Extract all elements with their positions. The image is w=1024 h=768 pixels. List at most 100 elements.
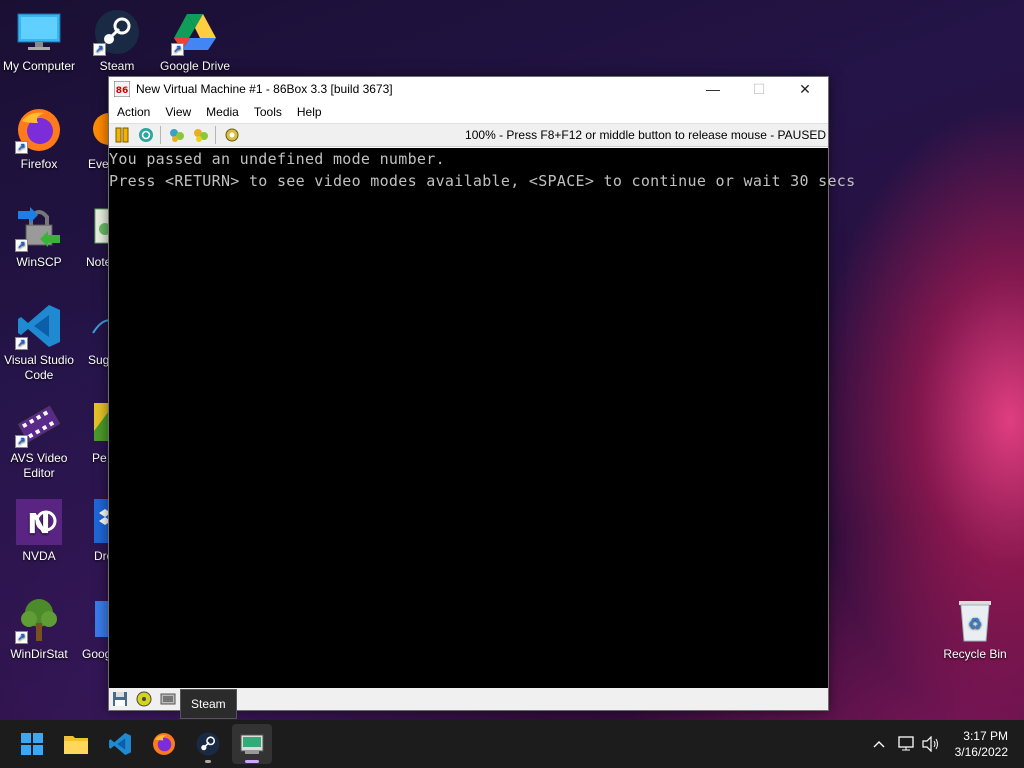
steam-icon: ↗: [93, 8, 141, 56]
desktop-icon-label: Goog: [82, 647, 112, 661]
desktop-icon-avs-video-editor[interactable]: ↗ AVS Video Editor: [0, 400, 78, 481]
desktop-icon-my-computer[interactable]: My Computer: [0, 8, 78, 74]
reset-button[interactable]: [135, 125, 157, 145]
desktop-icon-steam[interactable]: ↗ Steam: [78, 8, 156, 74]
keys-icon: [194, 129, 208, 142]
svg-text:86: 86: [116, 86, 129, 96]
desktop-icon-label: Recycle Bin: [943, 647, 1007, 661]
desktop-icon-label: My Computer: [2, 59, 76, 73]
menu-bar: Action View Media Tools Help: [109, 101, 828, 123]
pause-button[interactable]: [111, 125, 133, 145]
desktop-icon-note[interactable]: Note: [78, 204, 120, 270]
menu-help[interactable]: Help: [289, 105, 329, 119]
taskbar: 3:17 PM 3/16/2022: [0, 720, 1024, 768]
start-button[interactable]: [12, 724, 52, 764]
desktop-icon-goog[interactable]: Goog: [78, 596, 117, 662]
vm-screen[interactable]: You passed an undefined mode number. Pre…: [109, 148, 856, 689]
steam-tooltip: Steam: [180, 689, 237, 719]
running-indicator: [205, 760, 211, 763]
desktop-icon-pe[interactable]: Pe: [78, 400, 114, 466]
firefox-icon: ↗: [15, 106, 63, 154]
status-text: 100% - Press F8+F12 or middle button to …: [465, 128, 826, 142]
desktop-icon-label: Google Drive: [159, 59, 231, 73]
monitor-icon: [15, 8, 63, 56]
taskbar-firefox[interactable]: [144, 724, 184, 764]
tree-icon: ↗: [15, 596, 63, 644]
desktop-icon-label: Note: [86, 255, 112, 269]
menu-tools[interactable]: Tools: [246, 105, 289, 119]
floppy-icon[interactable]: [111, 690, 129, 708]
steam-icon: [196, 732, 220, 756]
shortcut-arrow-icon: ↗: [93, 43, 106, 56]
google-drive-icon: ↗: [171, 8, 219, 56]
desktop-icon-recycle-bin[interactable]: ♻ Recycle Bin: [936, 596, 1014, 662]
ctrl-alt-del-button[interactable]: [166, 125, 188, 145]
toolbar-separator: [215, 126, 216, 144]
gear-icon: [225, 128, 239, 142]
shortcut-arrow-icon: ↗: [15, 631, 28, 644]
film-icon: ↗: [15, 400, 63, 448]
maximize-button[interactable]: ☐: [736, 77, 782, 101]
svg-text:♻: ♻: [968, 614, 982, 633]
minimize-button[interactable]: —: [690, 77, 736, 101]
window-title: New Virtual Machine #1 - 86Box 3.3 [buil…: [136, 82, 393, 96]
desktop-icon-label: Pe: [92, 451, 107, 465]
menu-action[interactable]: Action: [109, 105, 157, 119]
desktop-icon-firefox[interactable]: ↗ Firefox: [0, 106, 78, 172]
desktop-icon-google-drive[interactable]: ↗ Google Drive: [156, 8, 234, 74]
desktop-icon-dro[interactable]: Dro: [78, 498, 120, 564]
desktop-icon-label: WinDirStat: [10, 647, 68, 661]
firefox-icon: [153, 733, 175, 755]
keys-icon: [170, 129, 184, 142]
shortcut-arrow-icon: ↗: [15, 435, 28, 448]
chevron-up-icon[interactable]: [867, 732, 891, 756]
folder-icon: [64, 736, 88, 754]
86box-icon: [240, 734, 264, 754]
desktop-icon-label: Visual Studio Code: [4, 353, 74, 382]
close-button[interactable]: ✕: [782, 77, 828, 101]
shortcut-arrow-icon: ↗: [15, 141, 28, 154]
nvda-icon: N: [15, 498, 63, 546]
clock[interactable]: 3:17 PM 3/16/2022: [955, 728, 1008, 760]
desktop-icon-label: Steam: [99, 59, 135, 73]
vscode-icon: ↗: [15, 302, 63, 350]
desktop-icon-ever[interactable]: Ever: [78, 106, 125, 172]
screen-line: You passed an undefined mode number.: [109, 150, 445, 168]
menu-media[interactable]: Media: [198, 105, 246, 119]
shortcut-arrow-icon: ↗: [171, 43, 184, 56]
settings-button[interactable]: [221, 125, 243, 145]
reset-icon: [139, 128, 153, 142]
desktop-icon-label: Sug: [88, 353, 110, 367]
cdrom-icon[interactable]: [135, 690, 153, 708]
desktop-icon-label: WinSCP: [16, 255, 62, 269]
network-icon[interactable]: [895, 732, 919, 756]
taskbar-steam[interactable]: [188, 724, 228, 764]
desktop-icon-label: Firefox: [20, 157, 58, 171]
desktop-icon-sug[interactable]: Sug: [78, 302, 114, 368]
desktop-icon-windirstat[interactable]: ↗ WinDirStat: [0, 596, 78, 662]
recycle-bin-icon: ♻: [951, 596, 999, 644]
vm-window[interactable]: 86 New Virtual Machine #1 - 86Box 3.3 [b…: [108, 76, 856, 711]
desktop-icon-vscode[interactable]: ↗ Visual Studio Code: [0, 302, 78, 383]
volume-icon[interactable]: [919, 732, 943, 756]
winscp-lock-icon: ↗: [15, 204, 63, 252]
screen-line: Press <RETURN> to see video modes availa…: [109, 172, 856, 190]
clock-date: 3/16/2022: [954, 745, 1008, 759]
taskbar-vscode[interactable]: [100, 724, 140, 764]
title-bar[interactable]: 86 New Virtual Machine #1 - 86Box 3.3 [b…: [109, 77, 828, 101]
hard-disk-icon[interactable]: [159, 690, 177, 708]
desktop-icon-winscp[interactable]: ↗ WinSCP: [0, 204, 78, 270]
desktop-icon-nvda[interactable]: N NVDA: [0, 498, 78, 564]
vscode-icon: [109, 733, 131, 755]
ctrl-alt-esc-button[interactable]: [190, 125, 212, 145]
86box-icon: 86: [113, 80, 131, 98]
menu-view[interactable]: View: [157, 105, 198, 119]
active-indicator: [245, 760, 259, 763]
toolbar: 100% - Press F8+F12 or middle button to …: [109, 123, 828, 147]
shortcut-arrow-icon: ↗: [15, 239, 28, 252]
taskbar-86box[interactable]: [232, 724, 272, 764]
clock-time: 3:17 PM: [963, 729, 1008, 743]
shortcut-arrow-icon: ↗: [15, 337, 28, 350]
taskbar-file-explorer[interactable]: [56, 724, 96, 764]
system-tray: 3:17 PM 3/16/2022: [867, 720, 1024, 768]
